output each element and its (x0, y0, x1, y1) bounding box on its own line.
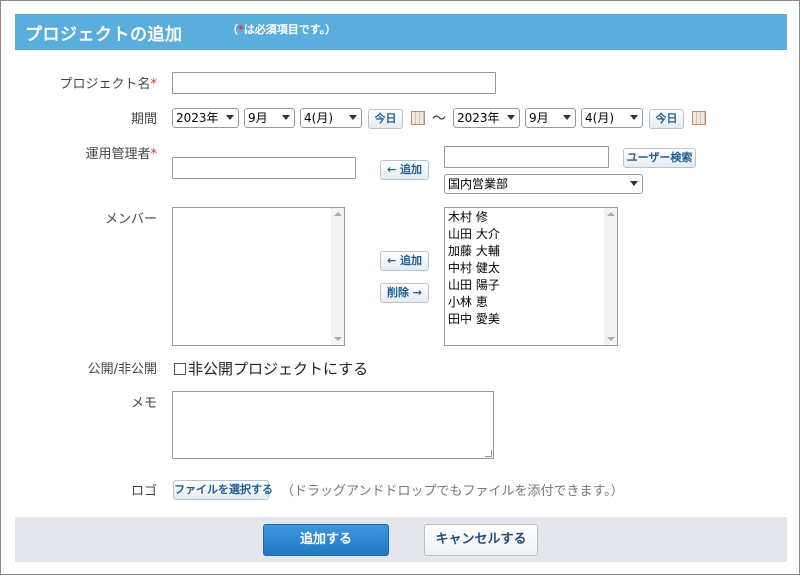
list-item[interactable]: 加藤 大輔 (445, 243, 617, 260)
dialog-header: プロジェクトの追加 （*は必須項目です。） (15, 14, 787, 50)
list-item[interactable]: 田中 愛美 (445, 311, 617, 328)
start-day-select[interactable]: 4(月) (300, 108, 362, 128)
manager-label: 運用管理者* (85, 147, 157, 162)
manager-add-button[interactable]: ← 追加 (380, 160, 429, 180)
scroll-down-icon[interactable] (607, 337, 615, 341)
visibility-label: 公開/非公開 (87, 362, 157, 377)
chevron-down-icon (226, 115, 234, 120)
scrollbar[interactable] (604, 208, 617, 345)
chevron-down-icon (349, 115, 357, 120)
list-item[interactable]: 中村 健太 (445, 260, 617, 277)
end-year-select[interactable]: 2023年 (453, 108, 520, 128)
dialog-frame: プロジェクトの追加 （*は必須項目です。） プロジェクト名* 期間 2023年 … (0, 0, 800, 575)
chevron-down-icon (630, 181, 638, 186)
period-label: 期間 (130, 112, 157, 127)
scrollbar[interactable] (331, 208, 344, 345)
chevron-down-icon (282, 115, 290, 120)
selected-members-list[interactable] (172, 207, 345, 346)
submit-button[interactable]: 追加する (263, 524, 389, 556)
list-item[interactable]: 山田 大介 (445, 226, 617, 243)
list-item[interactable]: 小林 恵 (445, 294, 617, 311)
memo-textarea[interactable] (172, 391, 494, 459)
manager-input[interactable] (172, 157, 356, 179)
end-today-button[interactable]: 今日 (649, 109, 684, 129)
user-search-button[interactable]: ユーザー検索 (623, 148, 696, 168)
start-calendar-icon[interactable] (411, 111, 425, 125)
required-note: （*は必須項目です。） (227, 23, 337, 36)
chevron-down-icon (630, 115, 638, 120)
start-month-select[interactable]: 9月 (244, 108, 295, 128)
logo-label: ロゴ (130, 484, 157, 499)
end-month-select[interactable]: 9月 (525, 108, 576, 128)
dialog-footer: 追加する キャンセルする (15, 517, 787, 562)
cancel-button[interactable]: キャンセルする (424, 524, 538, 556)
scroll-down-icon[interactable] (334, 337, 342, 341)
drop-hint: （ドラッグアンドドロップでもファイルを添付できます。） (281, 484, 624, 499)
list-item[interactable]: 木村 修 (445, 209, 617, 226)
member-remove-button[interactable]: 削除 → (380, 283, 429, 303)
private-checkbox[interactable] (174, 363, 186, 375)
private-checkbox-label[interactable]: 非公開プロジェクトにする (188, 360, 368, 378)
dialog-title: プロジェクトの追加 (25, 25, 183, 45)
resize-grip-icon[interactable] (485, 450, 492, 457)
file-select-button[interactable]: ファイルを選択する (173, 480, 273, 500)
user-search-input[interactable] (444, 146, 609, 168)
chevron-down-icon (507, 115, 515, 120)
end-day-select[interactable]: 4(月) (581, 108, 643, 128)
scroll-up-icon[interactable] (607, 212, 615, 216)
project-name-input[interactable] (172, 72, 496, 94)
end-calendar-icon[interactable] (692, 111, 706, 125)
period-separator: 〜 (432, 111, 446, 127)
memo-label: メモ (130, 396, 157, 411)
scroll-up-icon[interactable] (334, 212, 342, 216)
private-checkbox-row[interactable]: 非公開プロジェクトにする (174, 358, 368, 379)
start-year-select[interactable]: 2023年 (172, 108, 239, 128)
chevron-down-icon (563, 115, 571, 120)
members-label: メンバー (104, 212, 157, 227)
project-name-label: プロジェクト名* (59, 77, 157, 92)
department-select[interactable]: 国内営業部 (444, 174, 643, 194)
start-today-button[interactable]: 今日 (368, 109, 403, 129)
candidate-members-list[interactable]: 木村 修 山田 大介 加藤 大輔 中村 健太 山田 陽子 小林 恵 田中 愛美 (444, 207, 618, 346)
list-item[interactable]: 山田 陽子 (445, 277, 617, 294)
member-add-button[interactable]: ← 追加 (380, 251, 429, 271)
